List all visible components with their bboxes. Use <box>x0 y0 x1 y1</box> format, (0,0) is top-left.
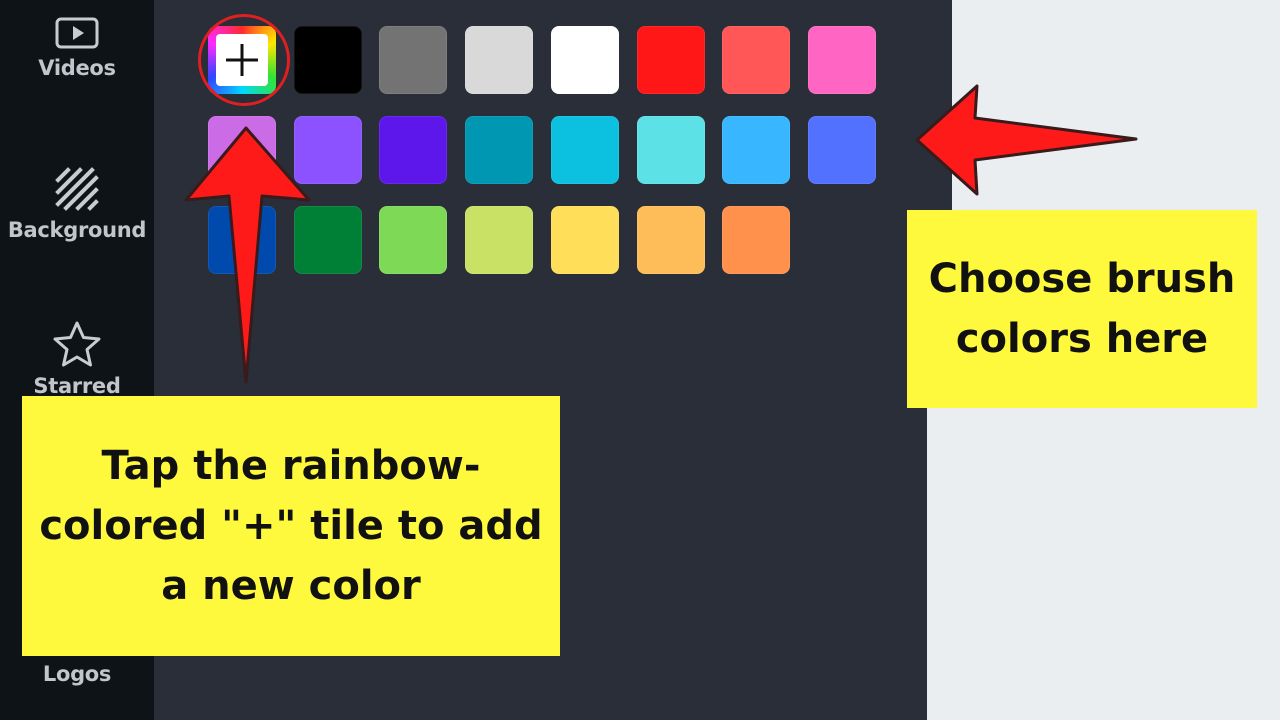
color-swatch[interactable] <box>465 116 533 184</box>
sidebar-item-videos[interactable]: Videos <box>0 16 154 80</box>
color-swatch[interactable] <box>379 116 447 184</box>
color-swatch[interactable] <box>637 206 705 274</box>
add-color-annotation: Tap the rainbow-colored "+" tile to add … <box>22 396 560 656</box>
sidebar-item-label: Starred <box>33 374 121 398</box>
color-swatch[interactable] <box>551 116 619 184</box>
video-icon <box>55 17 99 49</box>
color-swatch[interactable] <box>465 206 533 274</box>
color-panel-edge <box>927 0 952 210</box>
color-swatch[interactable] <box>808 26 876 94</box>
color-swatch[interactable] <box>551 206 619 274</box>
plus-icon <box>208 26 276 94</box>
color-swatch[interactable] <box>551 26 619 94</box>
color-swatch[interactable] <box>722 26 790 94</box>
sidebar-item-starred[interactable]: Starred <box>0 320 154 398</box>
color-swatch[interactable] <box>379 206 447 274</box>
color-swatch[interactable] <box>294 206 362 274</box>
background-icon <box>55 167 99 211</box>
color-swatch[interactable] <box>722 206 790 274</box>
sidebar-item-background[interactable]: Background <box>0 166 154 242</box>
add-color-tile[interactable] <box>208 26 276 94</box>
color-swatch[interactable] <box>294 26 362 94</box>
color-swatch[interactable] <box>637 26 705 94</box>
color-swatch[interactable] <box>465 26 533 94</box>
sidebar-item-label: Logos <box>42 662 112 686</box>
brush-colors-annotation: Choose brush colors here <box>907 210 1257 408</box>
color-swatch[interactable] <box>637 116 705 184</box>
color-swatch[interactable] <box>208 116 276 184</box>
color-swatch[interactable] <box>722 116 790 184</box>
sidebar-item-label: Videos <box>38 56 116 80</box>
color-swatch[interactable] <box>808 116 876 184</box>
sidebar-item-label: Background <box>7 218 147 242</box>
color-swatch[interactable] <box>208 206 276 274</box>
star-icon <box>53 321 101 367</box>
color-swatch[interactable] <box>294 116 362 184</box>
color-swatch[interactable] <box>379 26 447 94</box>
